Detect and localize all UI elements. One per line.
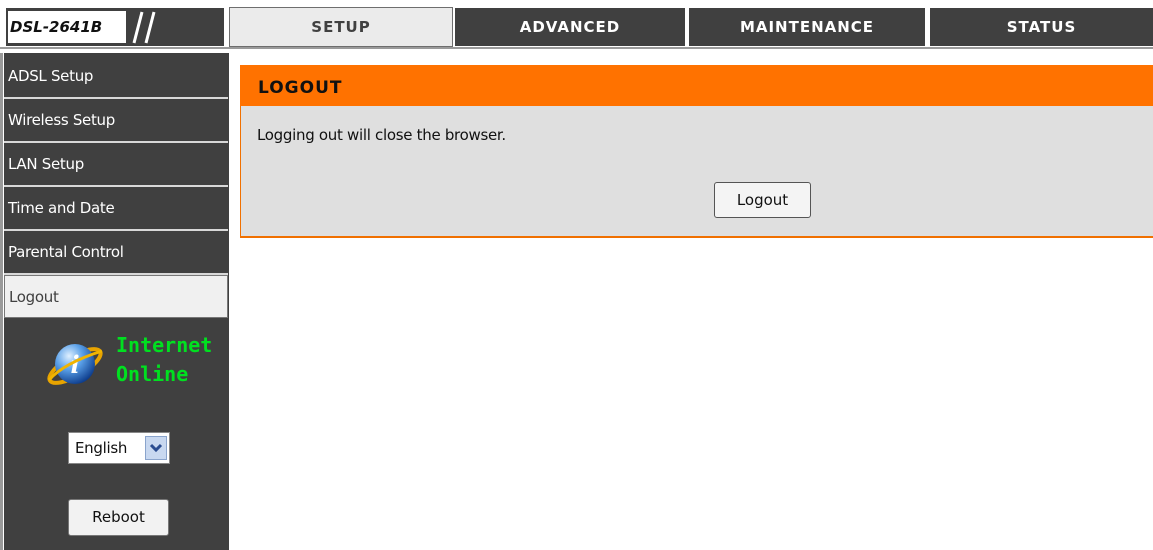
header-divider <box>0 47 1153 49</box>
internet-status: Internet Online <box>116 331 212 389</box>
sidebar-edge <box>0 53 3 550</box>
logo-slashes-icon <box>132 11 156 44</box>
panel-header: LOGOUT <box>240 65 1153 106</box>
sidebar-item-time-and-date[interactable]: Time and Date <box>4 187 228 229</box>
status-line-1: Internet <box>116 333 213 357</box>
info-globe-icon: i <box>47 344 103 385</box>
tab-setup[interactable]: SETUP <box>229 7 453 47</box>
reboot-button[interactable]: Reboot <box>68 499 169 536</box>
page-title: LOGOUT <box>258 78 343 98</box>
language-select[interactable]: English <box>68 432 170 464</box>
sidebar-item-parental-control[interactable]: Parental Control <box>4 231 228 273</box>
sidebar-item-logout[interactable]: Logout <box>4 275 228 318</box>
sidebar-item-adsl-setup[interactable]: ADSL Setup <box>4 55 228 97</box>
tab-maintenance[interactable]: MAINTENANCE <box>689 8 925 46</box>
status-line-2: Online <box>116 362 189 386</box>
sidebar-item-wireless-setup[interactable]: Wireless Setup <box>4 99 228 141</box>
tab-status[interactable]: STATUS <box>930 8 1153 46</box>
logout-button[interactable]: Logout <box>714 182 811 218</box>
chevron-down-icon[interactable] <box>145 436 167 460</box>
top-header: DSL-2641B SETUP ADVANCED MAINTENANCE STA… <box>0 0 1153 49</box>
logout-message: Logging out will close the browser. <box>257 126 506 144</box>
sidebar-item-lan-setup[interactable]: LAN Setup <box>4 143 228 185</box>
model-name: DSL-2641B <box>8 11 126 43</box>
model-logo: DSL-2641B <box>6 8 224 46</box>
tab-advanced[interactable]: ADVANCED <box>455 8 685 46</box>
language-value: English <box>75 439 128 457</box>
